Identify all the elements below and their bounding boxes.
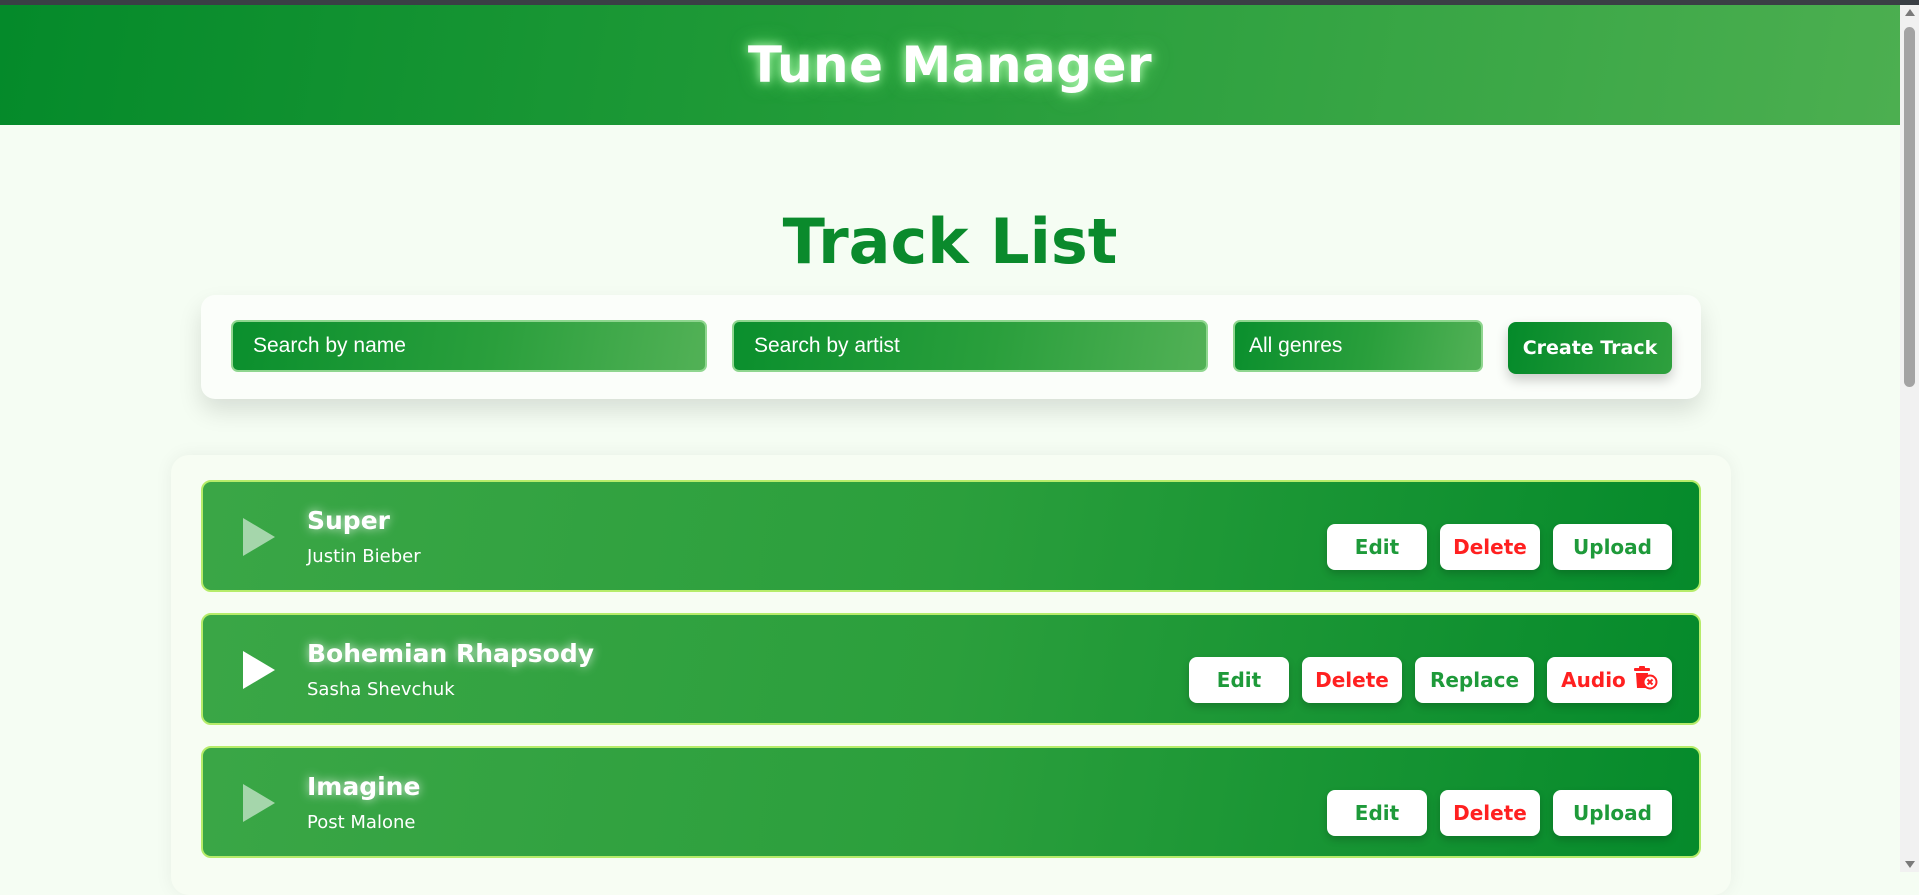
track-title: Super [307, 506, 390, 535]
play-icon[interactable] [243, 784, 275, 822]
upload-button[interactable]: Upload [1553, 790, 1672, 836]
remove-audio-label: Audio [1561, 668, 1626, 692]
create-track-button[interactable]: Create Track [1508, 322, 1672, 374]
delete-button[interactable]: Delete [1440, 524, 1540, 570]
track-row: Imagine Post Malone Edit Delete Upload [201, 746, 1701, 858]
track-row: Bohemian Rhapsody Sasha Shevchuk Edit De… [201, 613, 1701, 725]
app-header: Tune Manager [0, 5, 1900, 125]
edit-button[interactable]: Edit [1189, 657, 1289, 703]
delete-button[interactable]: Delete [1302, 657, 1402, 703]
play-icon[interactable] [243, 518, 275, 556]
scrollbar-thumb[interactable] [1904, 27, 1915, 387]
track-artist: Sasha Shevchuk [307, 679, 455, 700]
track-artist: Justin Bieber [307, 546, 421, 567]
edit-button[interactable]: Edit [1327, 790, 1427, 836]
track-row: Super Justin Bieber Edit Delete Upload [201, 480, 1701, 592]
scroll-up-icon[interactable] [1905, 9, 1915, 16]
delete-button[interactable]: Delete [1440, 790, 1540, 836]
scroll-down-icon[interactable] [1905, 861, 1915, 868]
vertical-scrollbar[interactable] [1900, 5, 1919, 872]
replace-button[interactable]: Replace [1415, 657, 1534, 703]
remove-audio-button[interactable]: Audio [1547, 657, 1672, 703]
track-title: Imagine [307, 772, 421, 801]
edit-button[interactable]: Edit [1327, 524, 1427, 570]
track-artist: Post Malone [307, 812, 416, 833]
filter-toolbar: All genres Create Track [201, 295, 1701, 399]
track-title: Bohemian Rhapsody [307, 639, 595, 668]
page-title: Track List [782, 205, 1118, 278]
search-name-input[interactable] [231, 320, 707, 372]
search-artist-input[interactable] [732, 320, 1208, 372]
remove-audio-icon [1632, 665, 1658, 695]
play-icon[interactable] [243, 651, 275, 689]
upload-button[interactable]: Upload [1553, 524, 1672, 570]
app-title: Tune Manager [747, 36, 1153, 94]
genre-select[interactable]: All genres [1233, 320, 1483, 372]
genre-select-value: All genres [1249, 334, 1343, 357]
